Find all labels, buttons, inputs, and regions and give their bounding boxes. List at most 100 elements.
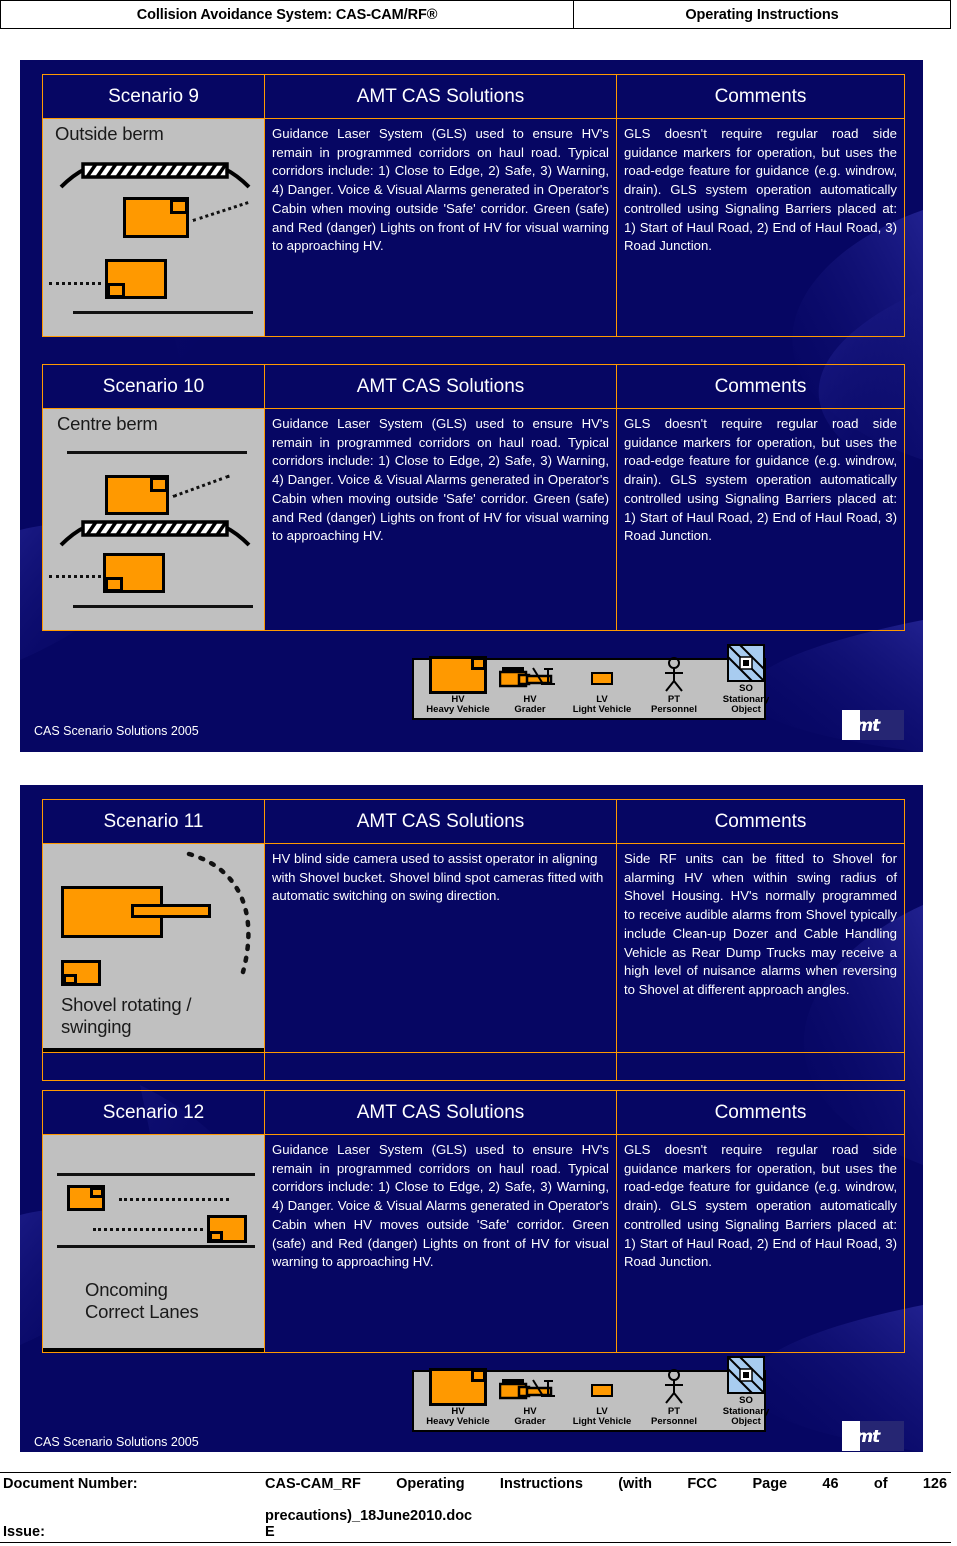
stationary-object-icon (710, 1355, 782, 1395)
scenario-10-comment-text: GLS doesn't require regular road side gu… (624, 416, 897, 544)
table-row: Scenario 12 AMT CAS Solutions Comments (42, 1090, 905, 1135)
road-edge-line-top (67, 451, 247, 454)
scenario-11-diagram-label: Shovel rotating / swinging (61, 994, 192, 1037)
scenario-9-diagram-label: Outside berm (55, 123, 164, 144)
scenario-11-solution-cell: HV blind side camera used to assist oper… (264, 843, 617, 1053)
heavy-vehicle-lower (105, 259, 167, 299)
heavy-vehicle-icon (422, 1367, 494, 1406)
vehicle-cab-icon (208, 1230, 223, 1242)
amt-logo-slide-two: amt (842, 1421, 904, 1451)
sensor-beam-upper (192, 201, 249, 222)
amt-logo-slide-one: amt (842, 710, 904, 740)
scenario-10-comment-cell: GLS doesn't require regular road side gu… (616, 408, 905, 631)
scenario-11-comments-header: Comments (616, 799, 905, 844)
vehicle-cab-icon (89, 1186, 104, 1198)
scenario-9-solution-text: Guidance Laser System (GLS) used to ensu… (272, 126, 609, 254)
scenario-9-comments-header: Comments (616, 74, 905, 119)
vehicle-cab-icon (470, 1369, 486, 1383)
header-title-left: Collision Avoidance System: CAS-CAM/RF® (1, 1, 574, 28)
header-title-right: Operating Instructions (685, 6, 839, 23)
scenario-10-diagram-label: Centre berm (57, 413, 158, 434)
grader-icon (494, 1372, 566, 1406)
slide-one: Scenario 9 AMT CAS Solutions Comments Ou… (20, 60, 923, 752)
legend-slide-one: HV Heavy Vehicle HV Grader LV Light Vehi… (412, 644, 769, 720)
light-vehicle (61, 960, 101, 986)
legend-label-personnel: PT Personnel (651, 1405, 697, 1428)
scenario-11-spacer-cell (42, 1052, 265, 1081)
table-row: Scenario 9 AMT CAS Solutions Comments (42, 74, 905, 119)
page-number-label: Page 46 of 126 (752, 1476, 948, 1492)
document-number-value: CAS-CAM_RF Operating Instructions (with … (265, 1476, 951, 1508)
vehicle-cab-icon (62, 973, 77, 985)
grader-icon (494, 660, 566, 694)
scenario-12-title: Scenario 12 (42, 1090, 265, 1135)
issue-value: E (265, 1524, 275, 1540)
legend-item-stationary-object: SO Stationary Object (710, 1356, 782, 1428)
document-header: Collision Avoidance System: CAS-CAM/RF® … (0, 0, 951, 29)
road-edge-line-top (57, 1173, 255, 1176)
legend-label-heavy-vehicle: HV Heavy Vehicle (426, 693, 490, 716)
light-vehicle-right (207, 1215, 247, 1243)
scenario-11-comment-cell: Side RF units can be fitted to Shovel fo… (616, 843, 905, 1053)
legend-item-stationary-object: SO Stationary Object (710, 644, 782, 716)
document-number-label: Document Number: (3, 1476, 138, 1492)
scenario-11-comment-text: Side RF units can be fitted to Shovel fo… (624, 851, 897, 998)
logo-text: amt (845, 716, 880, 736)
table-row: Scenario 10 AMT CAS Solutions Comments (42, 364, 905, 409)
vehicle-cab-icon (106, 282, 125, 298)
scenario-9-title: Scenario 9 (42, 74, 265, 119)
scenario-12-diagram-cell: Oncoming Correct Lanes (42, 1134, 265, 1353)
personnel-icon (638, 656, 710, 694)
outside-berm-icon (59, 162, 251, 189)
scenario-10-title: Scenario 10 (42, 364, 265, 409)
legend-item-personnel: PT Personnel (638, 1368, 710, 1428)
sensor-beam-right (93, 1228, 203, 1231)
scenario-10-diagram-cell: Centre berm (42, 408, 265, 631)
shovel-rotating-diagram: Shovel rotating / swinging (43, 844, 264, 1052)
vehicle-cab-icon (149, 476, 168, 492)
table-row: Scenario 11 AMT CAS Solutions Comments (42, 799, 905, 844)
scenario-11-table: Scenario 11 AMT CAS Solutions Comments S… (42, 799, 905, 1081)
legend-item-heavy-vehicle: HV Heavy Vehicle (422, 655, 494, 716)
scenario-12-diagram-label: Oncoming Correct Lanes (85, 1279, 199, 1322)
heavy-vehicle-icon (422, 655, 494, 694)
table-row: Oncoming Correct Lanes Guidance Laser Sy… (42, 1134, 905, 1353)
scenario-9-comment-cell: GLS doesn't require regular road side gu… (616, 118, 905, 337)
scenario-9-diagram-cell: Outside berm (42, 118, 265, 337)
document-number-row: Document Number: CAS-CAM_RF Operating In… (0, 1476, 951, 1508)
logo-text: amt (845, 1427, 880, 1447)
light-vehicle-icon (566, 1376, 638, 1406)
vehicle-cab-icon (470, 657, 486, 671)
scenario-11-diagram-cell: Shovel rotating / swinging (42, 843, 265, 1053)
legend-label-stationary-object: SO Stationary Object (722, 683, 770, 716)
legend-item-grader: HV Grader (494, 1376, 566, 1428)
legend-label-stationary-object: SO Stationary Object (722, 1395, 770, 1428)
diagram-baseline-bar (43, 1348, 264, 1352)
scenario-10-table: Scenario 10 AMT CAS Solutions Comments C… (42, 364, 905, 631)
scenario-10-solutions-header: AMT CAS Solutions (264, 364, 617, 409)
scenario-11-spacer-cell-b (264, 1052, 617, 1081)
scenario-10-solution-text: Guidance Laser System (GLS) used to ensu… (272, 416, 609, 544)
issue-label: Issue: (3, 1524, 45, 1540)
vehicle-cab-icon (104, 576, 123, 592)
legend-item-light-vehicle: LV Light Vehicle (566, 664, 638, 716)
scenario-12-comments-header: Comments (616, 1090, 905, 1135)
oncoming-correct-lanes-diagram: Oncoming Correct Lanes (43, 1135, 264, 1352)
scenario-12-solution-cell: Guidance Laser System (GLS) used to ensu… (264, 1134, 617, 1353)
heavy-vehicle-lower (103, 553, 165, 593)
scenario-11-solution-text: HV blind side camera used to assist oper… (272, 851, 604, 904)
stationary-object-icon (710, 643, 782, 683)
legend-label-personnel: PT Personnel (651, 693, 697, 716)
scenario-12-solution-text: Guidance Laser System (GLS) used to ensu… (272, 1142, 609, 1270)
legend-slide-two: HV Heavy Vehicle HV Grader LV Light Vehi… (412, 1356, 769, 1432)
road-edge-line (73, 311, 253, 314)
sensor-beam-lower (49, 575, 101, 578)
table-row: Shovel rotating / swinging HV blind side… (42, 843, 905, 1053)
slide-two-footer: CAS Scenario Solutions 2005 (34, 1435, 199, 1449)
scenario-9-solutions-header: AMT CAS Solutions (264, 74, 617, 119)
document-page: Collision Avoidance System: CAS-CAM/RF® … (0, 0, 957, 1546)
legend-item-heavy-vehicle: HV Heavy Vehicle (422, 1367, 494, 1428)
legend-item-personnel: PT Personnel (638, 656, 710, 716)
outside-berm-diagram: Outside berm (43, 119, 264, 336)
swing-radius-arc-icon (186, 851, 251, 975)
